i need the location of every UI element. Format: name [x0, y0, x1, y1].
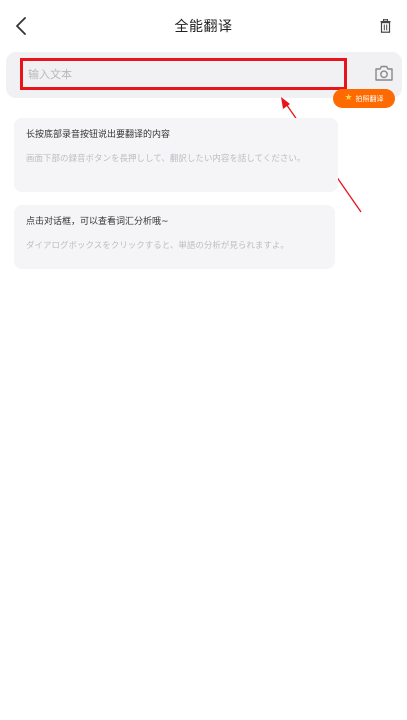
camera-button[interactable] — [374, 64, 394, 82]
hint-chinese-text: 点击对话框，可以查看词汇分析哦~ — [26, 217, 169, 227]
hint-japanese-text: 画面下部の録音ボタンを長押しして、翻訳したい内容を話してください。 — [26, 154, 306, 164]
back-button[interactable] — [10, 14, 32, 38]
camera-icon — [375, 65, 393, 81]
hint-bubble-record[interactable]: 长按底部录音按钮说出要翻译的内容 画面下部の録音ボタンを長押しして、翻訳したい内… — [14, 118, 338, 192]
translator-screen: 全能翻译 ★ 拍照翻译 长按底部录音按钮说出要翻译的内容 画 — [0, 0, 407, 720]
hint-japanese-text: ダイアログボックスをクリックすると、単語の分析が見られますよ。 — [26, 241, 289, 251]
photo-translate-badge[interactable]: ★ 拍照翻译 — [333, 89, 395, 108]
badge-label: 拍照翻译 — [355, 94, 384, 103]
hint-chinese-text: 长按底部录音按钮说出要翻译的内容 — [26, 130, 171, 140]
clear-history-button[interactable] — [377, 16, 393, 36]
annotation-arrow — [281, 97, 362, 213]
star-icon: ★ — [344, 93, 353, 103]
chevron-left-icon — [16, 17, 26, 35]
top-bar: 全能翻译 — [0, 0, 407, 52]
hint-bubble-dialog[interactable]: 点击对话框，可以查看词汇分析哦~ ダイアログボックスをクリックすると、単語の分析… — [14, 205, 335, 269]
trash-icon — [380, 19, 390, 33]
page-title: 全能翻译 — [174, 19, 233, 35]
text-input[interactable] — [20, 58, 347, 90]
